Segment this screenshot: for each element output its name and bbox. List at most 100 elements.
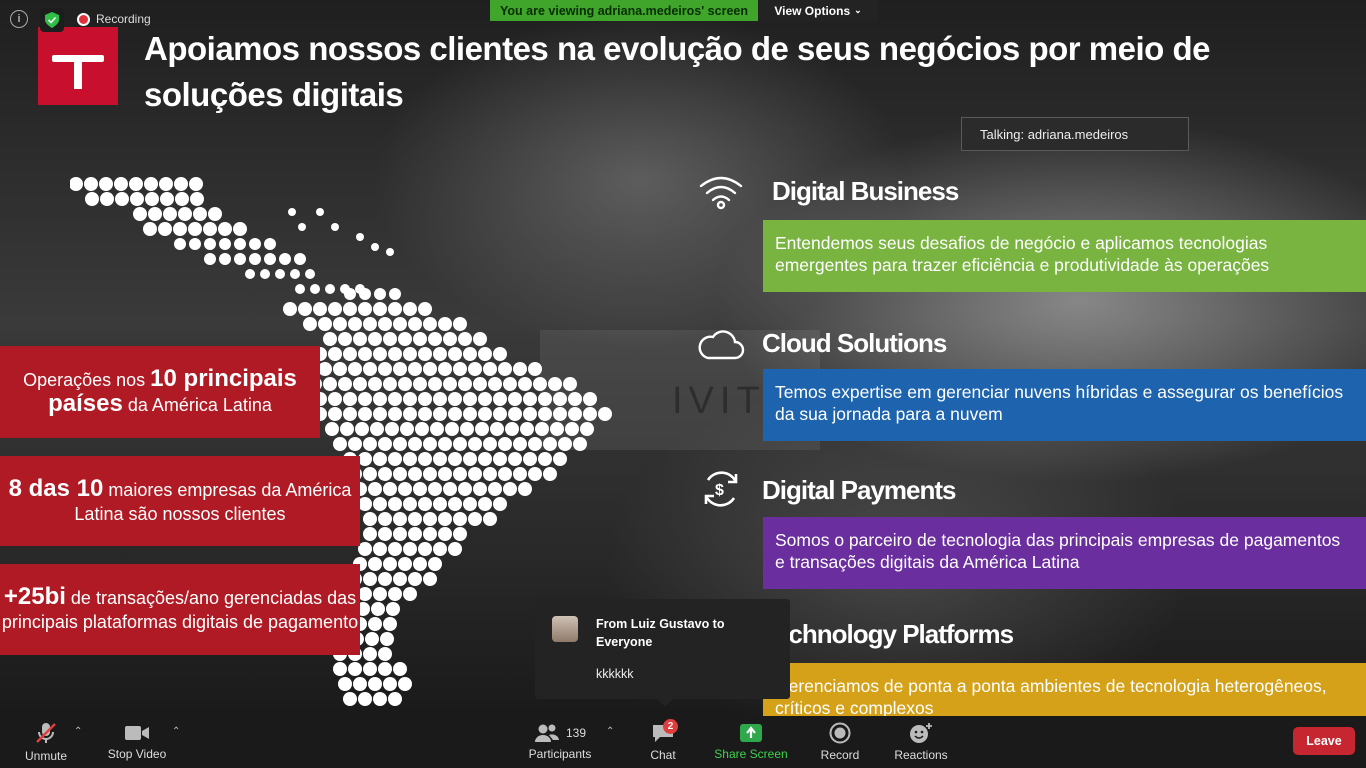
map-dot	[523, 392, 537, 406]
map-dot	[353, 332, 367, 346]
share-screen-button[interactable]: Share Screen	[712, 716, 790, 768]
map-dot	[353, 377, 367, 391]
map-dot	[498, 437, 512, 451]
audio-options-caret-icon[interactable]: ⌃	[74, 726, 82, 737]
map-dot	[219, 238, 231, 250]
map-dot	[553, 407, 567, 421]
map-dot	[433, 542, 447, 556]
map-dot	[493, 452, 507, 466]
map-dot	[533, 377, 547, 391]
recording-indicator[interactable]: Recording	[77, 12, 151, 26]
map-dot	[558, 437, 572, 451]
map-dot	[328, 347, 342, 361]
map-dot	[84, 177, 98, 191]
map-dot	[386, 602, 400, 616]
map-dot	[333, 437, 347, 451]
unmute-button[interactable]: Unmute	[18, 716, 74, 768]
map-dot	[488, 377, 502, 391]
map-dot	[358, 347, 372, 361]
map-dot	[508, 452, 522, 466]
map-dot	[358, 452, 372, 466]
map-dot	[249, 238, 261, 250]
map-dot	[453, 362, 467, 376]
map-dot	[468, 437, 482, 451]
map-dot	[328, 392, 342, 406]
view-options-button[interactable]: View Options ⌄	[758, 0, 878, 21]
map-dot	[348, 317, 362, 331]
record-dot-icon	[77, 12, 90, 26]
chat-notification[interactable]: From Luiz Gustavo to Everyone kkkkkk	[535, 599, 790, 707]
map-dot	[313, 302, 327, 316]
map-dot	[373, 452, 387, 466]
stat-transactions: +25bi de transações/ano gerenciadas das …	[0, 564, 360, 655]
map-dot	[568, 392, 582, 406]
map-dot	[358, 392, 372, 406]
map-dot	[279, 253, 291, 265]
map-dot	[318, 362, 332, 376]
map-dot	[318, 317, 332, 331]
participants-button[interactable]: 139 Participants	[522, 716, 598, 768]
service-desc-digital-payments: Somos o parceiro de tecnologia das princ…	[763, 517, 1366, 589]
map-dot	[249, 253, 261, 265]
background-wall-sign: IVIT	[672, 380, 766, 422]
service-desc-technology-platforms: Gerenciamos de ponta a ponta ambientes d…	[763, 663, 1366, 716]
map-dot	[415, 422, 429, 436]
leave-button[interactable]: Leave	[1293, 727, 1355, 755]
map-dot	[348, 662, 362, 676]
map-dot	[310, 284, 320, 294]
participants-caret-icon[interactable]: ⌃	[606, 726, 614, 737]
map-dot	[433, 392, 447, 406]
map-dot	[403, 407, 417, 421]
map-dot	[393, 467, 407, 481]
map-dot	[518, 377, 532, 391]
map-dot	[393, 317, 407, 331]
map-dot	[423, 572, 437, 586]
map-dot	[388, 452, 402, 466]
map-dot	[373, 542, 387, 556]
map-dot	[438, 317, 452, 331]
map-dot	[453, 512, 467, 526]
map-dot	[363, 662, 377, 676]
map-dot	[373, 587, 387, 601]
map-dot	[418, 497, 432, 511]
map-dot	[373, 392, 387, 406]
map-dot	[398, 482, 412, 496]
record-button[interactable]: Record	[816, 716, 864, 768]
map-dot	[543, 467, 557, 481]
map-dot	[204, 238, 216, 250]
map-dot	[448, 407, 462, 421]
map-dot	[85, 192, 99, 206]
map-dot	[393, 662, 407, 676]
chat-button[interactable]: 2 Chat	[640, 716, 686, 768]
map-dot	[388, 407, 402, 421]
map-dot	[174, 238, 186, 250]
map-dot	[264, 253, 276, 265]
map-dot	[163, 207, 177, 221]
chat-sender: From Luiz Gustavo to Everyone	[596, 617, 725, 649]
stat-companies: 8 das 10 maiores empresas da América Lat…	[0, 456, 360, 546]
map-dot	[468, 467, 482, 481]
map-dot	[473, 482, 487, 496]
map-dot	[430, 422, 444, 436]
map-dot	[371, 243, 379, 251]
map-dot	[503, 377, 517, 391]
map-dot	[483, 467, 497, 481]
map-dot	[528, 437, 542, 451]
map-dot	[553, 452, 567, 466]
map-dot	[403, 542, 417, 556]
video-options-caret-icon[interactable]: ⌃	[172, 726, 180, 737]
map-dot	[363, 467, 377, 481]
map-dot	[298, 302, 312, 316]
map-dot	[359, 288, 371, 300]
map-dot	[388, 347, 402, 361]
reactions-button[interactable]: Reactions	[890, 716, 952, 768]
map-dot	[388, 392, 402, 406]
map-dot	[363, 362, 377, 376]
map-dot	[433, 407, 447, 421]
stop-video-button[interactable]: Stop Video	[104, 716, 170, 768]
meeting-info-icon[interactable]: i	[10, 10, 28, 28]
map-dot	[418, 347, 432, 361]
security-shield-icon[interactable]	[40, 8, 64, 32]
map-dot	[383, 677, 397, 691]
record-icon	[829, 722, 851, 744]
